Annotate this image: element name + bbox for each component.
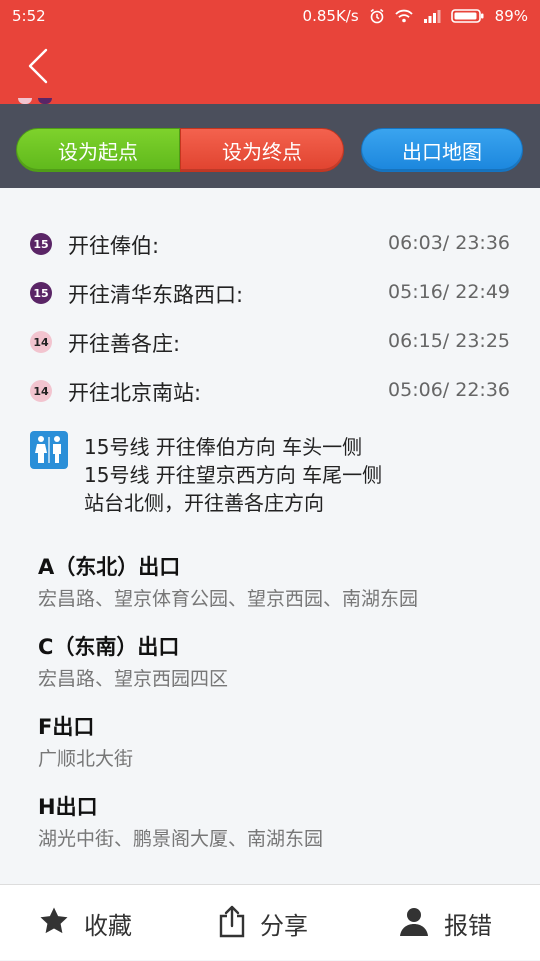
battery-level: 89%: [494, 7, 528, 25]
alarm-icon: [369, 8, 385, 24]
status-bar: 5:52 0.85K/s 89%: [0, 0, 540, 32]
toilet-info-line: 15号线 开往望京西方向 车尾一侧: [84, 463, 383, 487]
direction-label: 开往善各庄:: [68, 332, 181, 356]
line-badge: 14: [30, 380, 52, 402]
star-icon: [38, 905, 70, 941]
exit-item: F出口 广顺北大街: [38, 712, 518, 792]
report-error-button[interactable]: 报错: [398, 885, 492, 961]
favorite-button[interactable]: 收藏: [38, 885, 132, 961]
exit-streets: 湖光中街、鹏景阁大厦、南湖东园: [38, 828, 324, 850]
share-button[interactable]: 分享: [218, 885, 308, 961]
battery-icon: [450, 8, 485, 24]
share-icon: [218, 904, 246, 942]
train-times: 05:16/ 22:49: [388, 281, 510, 303]
status-indicators: 0.85K/s 89%: [303, 7, 528, 25]
back-button[interactable]: [18, 46, 58, 90]
first-last-train-schedule: 15 开往俸伯: 06:03/ 23:36 15 开往清华东路西口: 05:16…: [0, 220, 540, 416]
exit-item: C（东南）出口 宏昌路、望京西园四区: [38, 632, 518, 712]
exit-streets: 广顺北大街: [38, 748, 134, 770]
share-label: 分享: [260, 911, 308, 940]
network-speed: 0.85K/s: [302, 7, 359, 25]
schedule-row: 15 开往清华东路西口: 05:16/ 22:49: [0, 269, 540, 318]
schedule-row: 14 开往北京南站: 05:06/ 22:36: [0, 367, 540, 416]
bottom-toolbar: 收藏 分享 报错: [0, 884, 540, 960]
toilet-info: 15号线 开往俸伯方向 车头一侧 15号线 开往望京西方向 车尾一侧 站台北侧，…: [84, 433, 382, 517]
status-time: 5:52: [12, 7, 46, 25]
signal-icon: [423, 9, 441, 23]
direction-label: 开往俸伯:: [68, 234, 160, 258]
action-bar: 设为起点 设为终点 出口地图: [0, 104, 540, 188]
report-error-label: 报错: [444, 911, 492, 940]
app-header: [0, 32, 540, 104]
direction-label: 开往清华东路西口:: [68, 283, 244, 307]
line-badge: 15: [30, 282, 52, 304]
exit-name: F出口: [38, 715, 95, 739]
direction-label: 开往北京南站:: [68, 381, 202, 405]
schedule-row: 14 开往善各庄: 06:15/ 23:25: [0, 318, 540, 367]
favorite-label: 收藏: [84, 911, 132, 940]
exit-map-button[interactable]: 出口地图: [361, 128, 523, 172]
exit-streets: 宏昌路、望京西园四区: [38, 668, 229, 690]
toilet-info-line: 15号线 开往俸伯方向 车头一侧: [84, 435, 363, 459]
user-icon: [398, 905, 430, 941]
exit-list: A（东北）出口 宏昌路、望京体育公园、望京西园、南湖东园 C（东南）出口 宏昌路…: [38, 552, 518, 872]
exit-streets: 宏昌路、望京体育公园、望京西园、南湖东园: [38, 588, 419, 610]
wifi-icon: [395, 9, 413, 23]
set-start-button[interactable]: 设为起点: [16, 128, 180, 172]
toilet-info-line: 站台北侧，开往善各庄方向: [84, 491, 324, 515]
train-times: 06:15/ 23:25: [388, 330, 510, 352]
toilet-icon: [30, 431, 68, 469]
exit-item: H出口 湖光中街、鹏景阁大厦、南湖东园: [38, 792, 518, 872]
line-badge: 15: [30, 233, 52, 255]
train-times: 06:03/ 23:36: [388, 232, 510, 254]
exit-name: C（东南）出口: [38, 635, 180, 659]
line-badge: 14: [30, 331, 52, 353]
set-end-button[interactable]: 设为终点: [180, 128, 344, 172]
exit-item: A（东北）出口 宏昌路、望京体育公园、望京西园、南湖东园: [38, 552, 518, 632]
exit-name: A（东北）出口: [38, 555, 181, 579]
train-times: 05:06/ 22:36: [388, 379, 510, 401]
chevron-left-icon: [27, 48, 49, 88]
schedule-row: 15 开往俸伯: 06:03/ 23:36: [0, 220, 540, 269]
exit-name: H出口: [38, 795, 98, 819]
